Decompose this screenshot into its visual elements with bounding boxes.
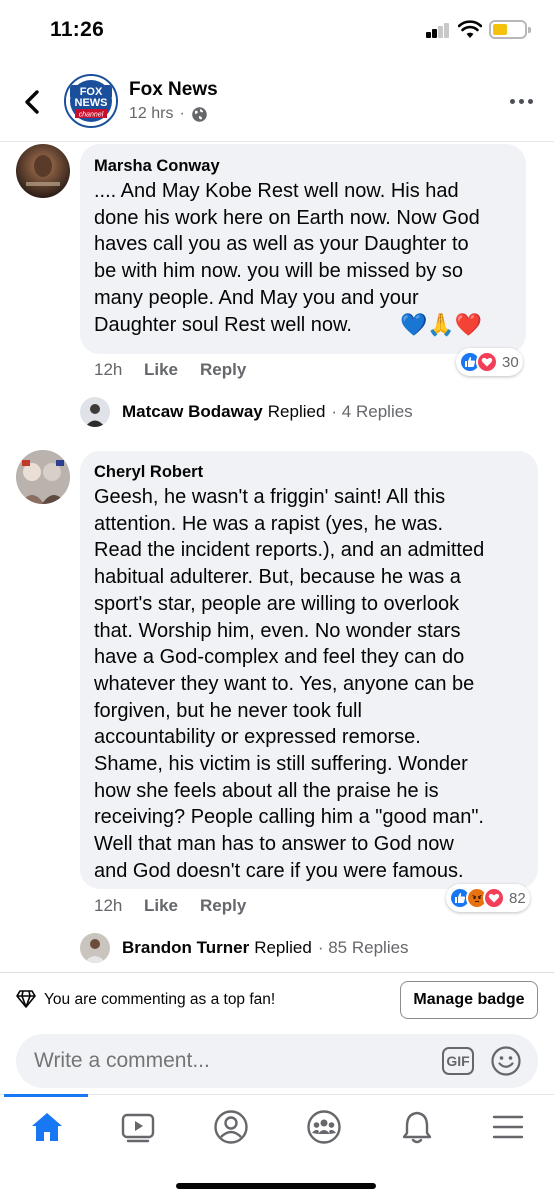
reply-preview[interactable]: Brandon Turner Replied · 85 Replies xyxy=(80,933,409,963)
home-icon xyxy=(32,1113,62,1141)
gif-button[interactable]: GIF xyxy=(442,1047,474,1075)
commenter-avatar[interactable] xyxy=(16,450,70,504)
status-bar: 11:26 xyxy=(0,0,554,62)
replied-label: Replied xyxy=(254,938,312,957)
manage-badge-button[interactable]: Manage badge xyxy=(400,981,538,1019)
emoji-icon[interactable] xyxy=(490,1045,522,1077)
replier-name: Matcaw Bodaway xyxy=(122,402,263,421)
more-options-icon[interactable] xyxy=(510,98,534,106)
replied-label: Replied xyxy=(267,402,326,421)
tab-watch[interactable] xyxy=(116,1107,160,1147)
meta-separator: · xyxy=(179,105,185,122)
replier-avatar xyxy=(80,933,110,963)
page-avatar[interactable]: FOX NEWS channel xyxy=(64,74,118,128)
tab-menu[interactable] xyxy=(486,1107,530,1147)
globe-icon xyxy=(191,106,207,122)
menu-icon xyxy=(492,1115,524,1139)
commenter-avatar[interactable] xyxy=(16,144,70,198)
comment-actions: 12h Like Reply xyxy=(94,896,246,916)
diamond-icon xyxy=(16,990,36,1008)
active-tab-indicator xyxy=(4,1094,88,1097)
post-meta: 12 hrs · xyxy=(129,105,208,123)
svg-text:channel: channel xyxy=(79,112,104,119)
reaction-count: 30 xyxy=(502,353,519,371)
comment-actions: 12h Like Reply xyxy=(94,360,246,380)
post-time: 12 hrs xyxy=(129,105,174,122)
reply-count: · 4 Replies xyxy=(331,402,413,421)
status-time: 11:26 xyxy=(50,18,105,41)
replier-avatar xyxy=(80,397,110,427)
reply-button[interactable]: Reply xyxy=(200,360,246,380)
top-fan-bar: You are commenting as a top fan! Manage … xyxy=(0,972,554,1024)
back-arrow-icon[interactable] xyxy=(20,84,44,120)
comment-time: 12h xyxy=(94,360,123,379)
like-button[interactable]: Like xyxy=(144,896,200,916)
reaction-summary[interactable]: 30 xyxy=(456,348,523,376)
comment-emoji: 💙🙏❤️ xyxy=(400,312,483,337)
comment-input[interactable] xyxy=(34,1034,434,1088)
reaction-summary[interactable]: 82 xyxy=(446,884,530,912)
groups-icon xyxy=(307,1110,341,1144)
replier-name: Brandon Turner xyxy=(122,938,250,957)
cellular-signal-icon xyxy=(426,22,452,38)
comment-time: 12h xyxy=(94,896,123,915)
watch-icon xyxy=(121,1113,155,1143)
tab-groups[interactable] xyxy=(302,1107,346,1147)
reply-preview[interactable]: Matcaw Bodaway Replied · 4 Replies xyxy=(80,397,413,427)
svg-text:NEWS: NEWS xyxy=(75,97,108,109)
page-name[interactable]: Fox News xyxy=(129,79,218,101)
tab-home[interactable] xyxy=(25,1107,69,1147)
reaction-count: 82 xyxy=(509,889,526,907)
comment-text: Geesh, he wasn't a friggin' saint! All t… xyxy=(94,486,485,882)
love-icon xyxy=(483,887,505,909)
tab-notifications[interactable] xyxy=(395,1107,439,1147)
reply-button[interactable]: Reply xyxy=(200,896,246,916)
love-icon xyxy=(476,351,498,373)
top-fan-text: You are commenting as a top fan! xyxy=(44,991,276,1008)
tab-profile[interactable] xyxy=(209,1107,253,1147)
comment-author[interactable]: Cheryl Robert xyxy=(94,463,203,482)
wifi-icon xyxy=(458,20,482,38)
profile-icon xyxy=(214,1110,248,1144)
like-button[interactable]: Like xyxy=(144,360,200,380)
comment-author[interactable]: Marsha Conway xyxy=(94,157,220,176)
home-indicator xyxy=(176,1183,376,1189)
fox-news-logo: FOX NEWS channel xyxy=(66,76,116,126)
notifications-icon xyxy=(402,1111,432,1144)
reply-count: · 85 Replies xyxy=(317,938,409,957)
battery-icon xyxy=(489,20,531,39)
comment-composer: GIF xyxy=(16,1034,538,1088)
post-header: FOX NEWS channel Fox News 12 hrs · xyxy=(0,62,554,142)
